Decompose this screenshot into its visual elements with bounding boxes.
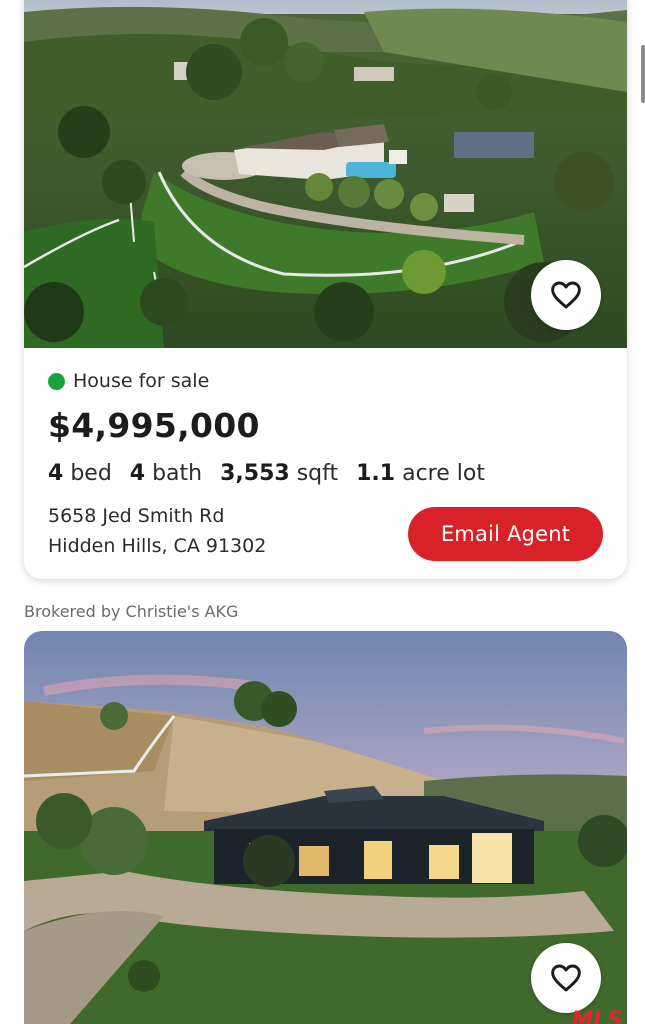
beds-stat: 4 bed bbox=[48, 461, 112, 486]
baths-value: 4 bbox=[129, 461, 146, 486]
heart-outline-icon bbox=[551, 281, 581, 309]
listing-card[interactable]: MLS bbox=[24, 631, 627, 1024]
address-city: Hidden Hills, CA 91302 bbox=[48, 535, 267, 557]
listing-price: $4,995,000 bbox=[48, 406, 260, 445]
listing-feed: House for sale $4,995,000 4 bed 4 bath 3… bbox=[0, 0, 645, 1024]
listing-address: 5658 Jed Smith Rd Hidden Hills, CA 91302 bbox=[48, 501, 266, 561]
status-dot-icon bbox=[48, 372, 65, 390]
listing-photo[interactable]: MLS bbox=[24, 631, 627, 1024]
listing-status: House for sale bbox=[48, 370, 209, 392]
baths-unit: bath bbox=[152, 461, 203, 486]
sqft-unit: sqft bbox=[296, 461, 339, 486]
scrollbar-thumb[interactable] bbox=[641, 45, 645, 103]
favorite-button[interactable] bbox=[531, 943, 601, 1013]
brokered-by-label: Brokered by Christie's AKG bbox=[24, 602, 239, 621]
lot-stat: 1.1 acre lot bbox=[356, 461, 485, 486]
lot-value: 1.1 bbox=[356, 461, 396, 486]
lot-unit: acre lot bbox=[402, 461, 485, 486]
listing-photo[interactable] bbox=[24, 0, 627, 348]
beds-value: 4 bbox=[48, 461, 64, 486]
listing-stats: 4 bed 4 bath 3,553 sqft 1.1 acre lot bbox=[48, 461, 503, 486]
favorite-button[interactable] bbox=[531, 260, 601, 330]
status-label: House for sale bbox=[73, 370, 210, 392]
address-street: 5658 Jed Smith Rd bbox=[48, 505, 225, 527]
heart-outline-icon bbox=[551, 964, 581, 992]
mls-logo: MLS bbox=[571, 1008, 623, 1024]
listing-card[interactable]: House for sale $4,995,000 4 bed 4 bath 3… bbox=[24, 0, 627, 579]
baths-stat: 4 bath bbox=[130, 461, 202, 486]
beds-unit: bed bbox=[70, 461, 112, 486]
sqft-value: 3,553 bbox=[220, 461, 290, 486]
sqft-stat: 3,553 sqft bbox=[220, 461, 338, 486]
email-agent-button[interactable]: Email Agent bbox=[408, 507, 603, 561]
